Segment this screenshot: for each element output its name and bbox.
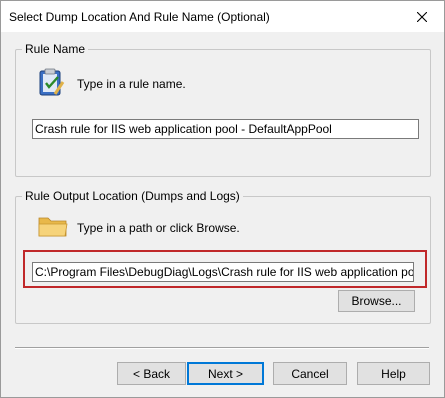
output-path-input[interactable]: C:\Program Files\DebugDiag\Logs\Crash ru… [32, 262, 414, 282]
close-icon [417, 11, 427, 22]
next-button[interactable]: Next > [187, 362, 264, 385]
rule-name-input[interactable]: Crash rule for IIS web application pool … [32, 119, 419, 139]
close-button[interactable] [400, 1, 444, 32]
output-location-group: Rule Output Location (Dumps and Logs) Ty… [15, 189, 431, 324]
back-button[interactable]: < Back [117, 362, 186, 385]
browse-button[interactable]: Browse... [338, 290, 415, 312]
rule-name-instruction: Type in a rule name. [77, 77, 186, 91]
folder-icon [38, 217, 68, 237]
checklist-icon [39, 68, 65, 96]
title-bar: Select Dump Location And Rule Name (Opti… [1, 1, 444, 32]
output-location-instruction: Type in a path or click Browse. [77, 221, 240, 235]
window-title: Select Dump Location And Rule Name (Opti… [9, 10, 270, 24]
rule-name-group: Rule Name Type in a rule name. Crash rul… [15, 42, 431, 177]
help-button[interactable]: Help [357, 362, 430, 385]
dialog-window: Select Dump Location And Rule Name (Opti… [0, 0, 445, 398]
rule-name-legend: Rule Name [22, 42, 89, 56]
button-separator [15, 347, 429, 349]
output-location-legend: Rule Output Location (Dumps and Logs) [22, 189, 243, 203]
cancel-button[interactable]: Cancel [273, 362, 347, 385]
